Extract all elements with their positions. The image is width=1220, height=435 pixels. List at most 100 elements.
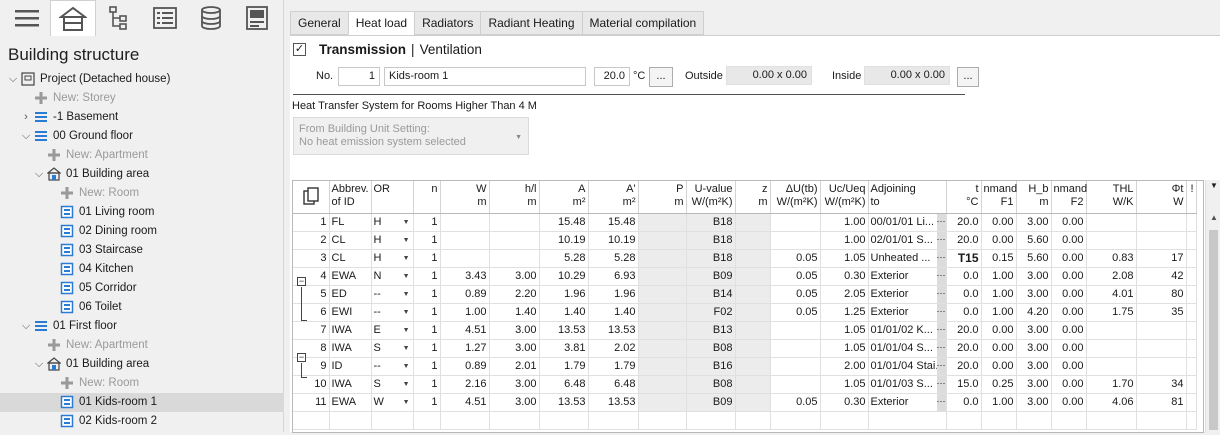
column-header[interactable]: t °C — [946, 181, 982, 214]
cell-f1[interactable]: 0.25 — [981, 375, 1017, 394]
cell-t[interactable]: T15 — [946, 249, 982, 268]
heat-transfer-select[interactable]: From Building Unit Setting: No heat emis… — [293, 117, 529, 155]
chevron-down-icon[interactable]: ▼ — [403, 250, 410, 267]
cell-or[interactable]: -- ▼ — [371, 285, 414, 304]
column-header[interactable]: Pm — [638, 181, 687, 214]
tree-item[interactable]: 01 Living room — [0, 203, 284, 222]
cell-adj[interactable]: 02/01/01 S... ⋯ — [868, 231, 947, 250]
more-icon[interactable]: ⋯ — [936, 375, 945, 392]
cell-du[interactable]: 0.05 — [770, 267, 821, 286]
table-row[interactable]: 3 CL H ▼ 1 5.28 5.28 B18 0.05 1.05 Unheated ... ⋯ T1… — [293, 249, 1197, 268]
cell-w[interactable]: 1.00 — [440, 303, 490, 322]
tab-heat-load[interactable]: Heat load — [347, 11, 415, 35]
cell-no[interactable]: 5 — [293, 285, 330, 304]
chevron-down-icon[interactable]: ⌵ — [34, 355, 44, 374]
cell-f1[interactable]: 0.00 — [981, 321, 1017, 340]
cell-z[interactable] — [735, 285, 771, 304]
room-number-field[interactable]: 1 — [338, 67, 380, 86]
tree-item[interactable]: New: Storey — [0, 89, 284, 108]
chevron-down-icon[interactable]: ▼ — [403, 394, 410, 411]
cell-h[interactable]: 3.00 — [489, 321, 540, 340]
chevron-down-icon[interactable]: ▼ — [403, 286, 410, 303]
cell-or[interactable]: -- ▼ — [371, 303, 414, 322]
cell-f2[interactable]: 0.00 — [1051, 285, 1087, 304]
cell-uc[interactable]: 1.25 — [820, 303, 869, 322]
tree-item[interactable]: 01 Kids-room 1 — [0, 393, 284, 412]
cell-n[interactable]: 1 — [413, 393, 441, 412]
empty-cell[interactable] — [981, 411, 1017, 430]
cell-no[interactable]: 11 — [293, 393, 330, 412]
more-icon[interactable]: ⋯ — [936, 303, 945, 320]
column-header[interactable]: Uc/Ueq W/(m²K) — [820, 181, 869, 214]
chevron-down-icon[interactable]: ▼ — [403, 340, 410, 357]
cell-du[interactable] — [770, 321, 821, 340]
cell-h[interactable]: 3.00 — [489, 339, 540, 358]
cell-f2[interactable]: 0.00 — [1051, 303, 1087, 322]
cell-p[interactable] — [638, 231, 687, 250]
cell-hb[interactable]: 5.60 — [1016, 249, 1052, 268]
transmission-title[interactable]: Transmission — [319, 42, 406, 57]
cell-h[interactable]: 1.40 — [489, 303, 540, 322]
cell-z[interactable] — [735, 249, 771, 268]
cell-thl[interactable] — [1086, 357, 1137, 376]
cell-or[interactable]: N ▼ — [371, 267, 414, 286]
empty-cell[interactable] — [1016, 411, 1052, 430]
cell-a[interactable]: 1.40 — [539, 303, 589, 322]
more-icon[interactable]: ⋯ — [936, 285, 945, 302]
cell-a[interactable]: 15.48 — [539, 213, 589, 232]
tab-material-compilation[interactable]: Material compilation — [581, 11, 705, 35]
cell-hb[interactable]: 3.00 — [1016, 357, 1052, 376]
column-header[interactable]: Am² — [539, 181, 589, 214]
cell-f2[interactable]: 0.00 — [1051, 267, 1087, 286]
column-header[interactable]: Abbrev. of ID — [329, 181, 372, 214]
cell-p[interactable] — [638, 267, 687, 286]
cell-or[interactable]: S ▼ — [371, 339, 414, 358]
cell-no[interactable]: 6 — [293, 303, 330, 322]
cell-h[interactable]: 3.00 — [489, 267, 540, 286]
cell-u[interactable]: B08 — [686, 375, 736, 394]
more-icon[interactable]: ⋯ — [936, 267, 945, 284]
more-icon[interactable]: ⋯ — [936, 393, 945, 410]
cell-du[interactable] — [770, 357, 821, 376]
chevron-down-icon[interactable]: ▼ — [403, 214, 410, 231]
cell-du[interactable]: 0.05 — [770, 393, 821, 412]
empty-cell[interactable] — [1186, 411, 1197, 430]
chevron-down-icon[interactable]: ▼ — [403, 358, 410, 375]
tree-item[interactable]: ⌵ 01 Building area — [0, 355, 284, 374]
cell-phi[interactable] — [1136, 231, 1187, 250]
cell-id[interactable]: IWA — [329, 375, 372, 394]
scrollbar-thumb[interactable] — [1209, 230, 1218, 430]
tree-item[interactable]: 05 Corridor — [0, 279, 284, 298]
empty-cell[interactable] — [440, 411, 490, 430]
cell-or[interactable]: E ▼ — [371, 321, 414, 340]
cell-t[interactable]: 20.0 — [946, 339, 982, 358]
cell-z[interactable] — [735, 393, 771, 412]
cell-t[interactable]: 0.0 — [946, 303, 982, 322]
tree-item[interactable]: ⌵ Project (Detached house) — [0, 70, 284, 89]
empty-cell[interactable] — [735, 411, 771, 430]
cell-phi[interactable] — [1136, 339, 1187, 358]
dimensions-more-button[interactable]: ... — [957, 67, 979, 87]
building-icon[interactable] — [50, 0, 96, 36]
cell-p[interactable] — [638, 321, 687, 340]
tree-item[interactable]: 06 Toilet — [0, 298, 284, 317]
cell-w[interactable] — [440, 249, 490, 268]
cell-f1[interactable]: 0.15 — [981, 249, 1017, 268]
chevron-down-icon[interactable]: ▼ — [403, 304, 410, 321]
cell-or[interactable]: H ▼ — [371, 213, 414, 232]
cell-hb[interactable]: 3.00 — [1016, 339, 1052, 358]
empty-row[interactable] — [293, 411, 1197, 430]
cell-phi[interactable] — [1136, 357, 1187, 376]
cell-uc[interactable]: 0.30 — [820, 393, 869, 412]
column-header[interactable]: nmand F2 — [1051, 181, 1087, 214]
cell-a2[interactable]: 6.93 — [588, 267, 639, 286]
collapse-group-icon[interactable]: − — [297, 277, 306, 286]
cell-h[interactable]: 3.00 — [489, 393, 540, 412]
table-row[interactable]: 10 IWA S ▼ 1 2.16 3.00 6.48 6.48 B08 1.05 01/01/03 … — [293, 375, 1197, 394]
cell-id[interactable]: IWA — [329, 339, 372, 358]
cell-u[interactable]: B09 — [686, 267, 736, 286]
cell-du[interactable] — [770, 213, 821, 232]
cell-t[interactable]: 20.0 — [946, 357, 982, 376]
chevron-right-icon[interactable]: › — [21, 108, 31, 127]
cell-t[interactable]: 20.0 — [946, 213, 982, 232]
